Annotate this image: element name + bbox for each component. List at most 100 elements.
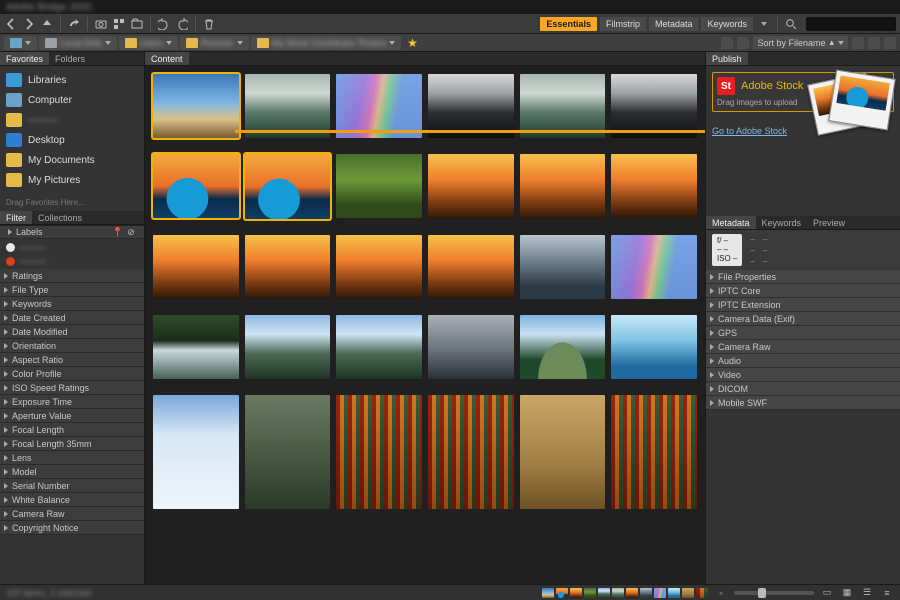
filter-copyright-notice[interactable]: Copyright Notice	[0, 521, 144, 535]
meta-section-mobile-swf[interactable]: Mobile SWF	[706, 396, 900, 410]
thumbnail[interactable]	[336, 395, 422, 509]
meta-section-video[interactable]: Video	[706, 368, 900, 382]
thumbnail[interactable]	[520, 315, 606, 379]
search-input[interactable]	[806, 17, 896, 31]
workspace-metadata[interactable]: Metadata	[649, 17, 699, 31]
filter-orientation[interactable]: Orientation	[0, 339, 144, 353]
nav-up-icon[interactable]	[40, 17, 54, 31]
thumbnail[interactable]	[611, 395, 697, 509]
filter-file-type[interactable]: File Type	[0, 283, 144, 297]
filter-iso-speed-ratings[interactable]: ISO Speed Ratings	[0, 381, 144, 395]
filter-exposure-time[interactable]: Exposure Time	[0, 395, 144, 409]
filmstrip-thumb[interactable]	[584, 588, 596, 598]
breadcrumb-folder[interactable]: Pictures	[180, 36, 249, 50]
thumbnail[interactable]	[520, 74, 606, 138]
thumbnail[interactable]	[153, 315, 239, 379]
nav-back-icon[interactable]	[4, 17, 18, 31]
filmstrip-mini[interactable]	[542, 588, 708, 598]
thumbnail[interactable]	[153, 154, 239, 218]
filter-date-modified[interactable]: Date Modified	[0, 325, 144, 339]
filter-serial-number[interactable]: Serial Number	[0, 479, 144, 493]
thumbnail[interactable]	[428, 395, 514, 509]
thumbnail[interactable]	[520, 395, 606, 509]
tab-content[interactable]: Content	[145, 52, 189, 65]
refine-icon[interactable]	[112, 17, 126, 31]
thumbnail[interactable]	[611, 235, 697, 299]
metatab-preview[interactable]: Preview	[807, 216, 851, 229]
workspace-filmstrip[interactable]: Filmstrip	[600, 17, 646, 31]
breadcrumb-computer[interactable]	[4, 36, 37, 50]
filmstrip-thumb[interactable]	[570, 588, 582, 598]
thumbnail[interactable]	[428, 74, 514, 138]
view-details-icon[interactable]: ☰	[860, 586, 874, 600]
adobe-stock-link[interactable]: Go to Adobe Stock	[712, 126, 787, 136]
label-preset[interactable]: ———	[4, 241, 140, 253]
thumbnail[interactable]	[245, 235, 331, 299]
breadcrumb-folder[interactable]: My Stock Contributor Photos	[251, 36, 402, 50]
thumbnail[interactable]	[336, 154, 422, 218]
filmstrip-thumb[interactable]	[640, 588, 652, 598]
filmstrip-thumb[interactable]	[556, 588, 568, 598]
favorite-my-pictures[interactable]: My Pictures	[2, 170, 142, 190]
filmstrip-thumb[interactable]	[612, 588, 624, 598]
clear-icon[interactable]: ⊘	[126, 227, 136, 237]
filter-section-labels[interactable]: Labels 📍 ⊘	[0, 225, 144, 239]
filmstrip-thumb[interactable]	[626, 588, 638, 598]
filter-aperture-value[interactable]: Aperture Value	[0, 409, 144, 423]
view-options-icon[interactable]	[884, 37, 896, 49]
rotate-cw-icon[interactable]	[175, 17, 189, 31]
metatab-metadata[interactable]: Metadata	[706, 216, 756, 229]
breadcrumb-drive[interactable]: Local Disk	[39, 36, 117, 50]
favtab-folders[interactable]: Folders	[49, 52, 91, 65]
search-icon[interactable]	[784, 17, 798, 31]
filmstrip-thumb[interactable]	[598, 588, 610, 598]
thumbnail[interactable]	[153, 74, 239, 138]
thumbnail[interactable]	[520, 154, 606, 218]
thumbnail[interactable]	[428, 154, 514, 218]
thumb-size-slider[interactable]	[734, 591, 814, 595]
grid-options-icon[interactable]	[868, 37, 880, 49]
thumbnail[interactable]	[611, 154, 697, 218]
trash-icon[interactable]	[202, 17, 216, 31]
tab-publish[interactable]: Publish	[706, 52, 748, 65]
meta-section-iptc-core[interactable]: IPTC Core	[706, 284, 900, 298]
thumbnail[interactable]	[153, 395, 239, 509]
camera-icon[interactable]	[94, 17, 108, 31]
thumbnail[interactable]	[336, 74, 422, 138]
filter-color-profile[interactable]: Color Profile	[0, 367, 144, 381]
filtertab-collections[interactable]: Collections	[32, 211, 88, 224]
label-preset[interactable]: ———	[4, 255, 140, 267]
sort-asc-icon[interactable]	[852, 37, 864, 49]
filmstrip-thumb[interactable]	[668, 588, 680, 598]
metatab-keywords[interactable]: Keywords	[756, 216, 808, 229]
filter-keywords[interactable]: Keywords	[0, 297, 144, 311]
favorite-libraries[interactable]: Libraries	[2, 70, 142, 90]
filmstrip-thumb[interactable]	[542, 588, 554, 598]
filter-date-created[interactable]: Date Created	[0, 311, 144, 325]
filter-model[interactable]: Model	[0, 465, 144, 479]
breadcrumb-folder[interactable]: Users	[119, 36, 179, 50]
thumbnail[interactable]	[245, 154, 331, 218]
thumbnail[interactable]	[245, 395, 331, 509]
rotate-ccw-icon[interactable]	[157, 17, 171, 31]
workspace-keywords[interactable]: Keywords	[701, 17, 753, 31]
filmstrip-thumb[interactable]	[654, 588, 666, 598]
filter-ratings[interactable]: Ratings	[0, 269, 144, 283]
view-grid-icon[interactable]: ▦	[840, 586, 854, 600]
thumbnail[interactable]	[336, 315, 422, 379]
thumbnail[interactable]	[153, 235, 239, 299]
favorite-computer[interactable]: Computer	[2, 90, 142, 110]
thumbnail-grid-area[interactable]	[145, 66, 705, 584]
thumbnail[interactable]	[520, 235, 606, 299]
sort-dropdown[interactable]: Sort by Filename▴	[753, 36, 848, 49]
thumb-large-icon[interactable]: ▭	[820, 586, 834, 600]
workspace-essentials[interactable]: Essentials	[540, 17, 597, 31]
open-icon[interactable]	[130, 17, 144, 31]
meta-section-gps[interactable]: GPS	[706, 326, 900, 340]
meta-section-iptc-extension[interactable]: IPTC Extension	[706, 298, 900, 312]
meta-section-file-properties[interactable]: File Properties	[706, 270, 900, 284]
filter-aspect-ratio[interactable]: Aspect Ratio	[0, 353, 144, 367]
thumbnail[interactable]	[336, 235, 422, 299]
filtertab-filter[interactable]: Filter	[0, 211, 32, 224]
pin-icon[interactable]: 📍	[113, 227, 123, 237]
